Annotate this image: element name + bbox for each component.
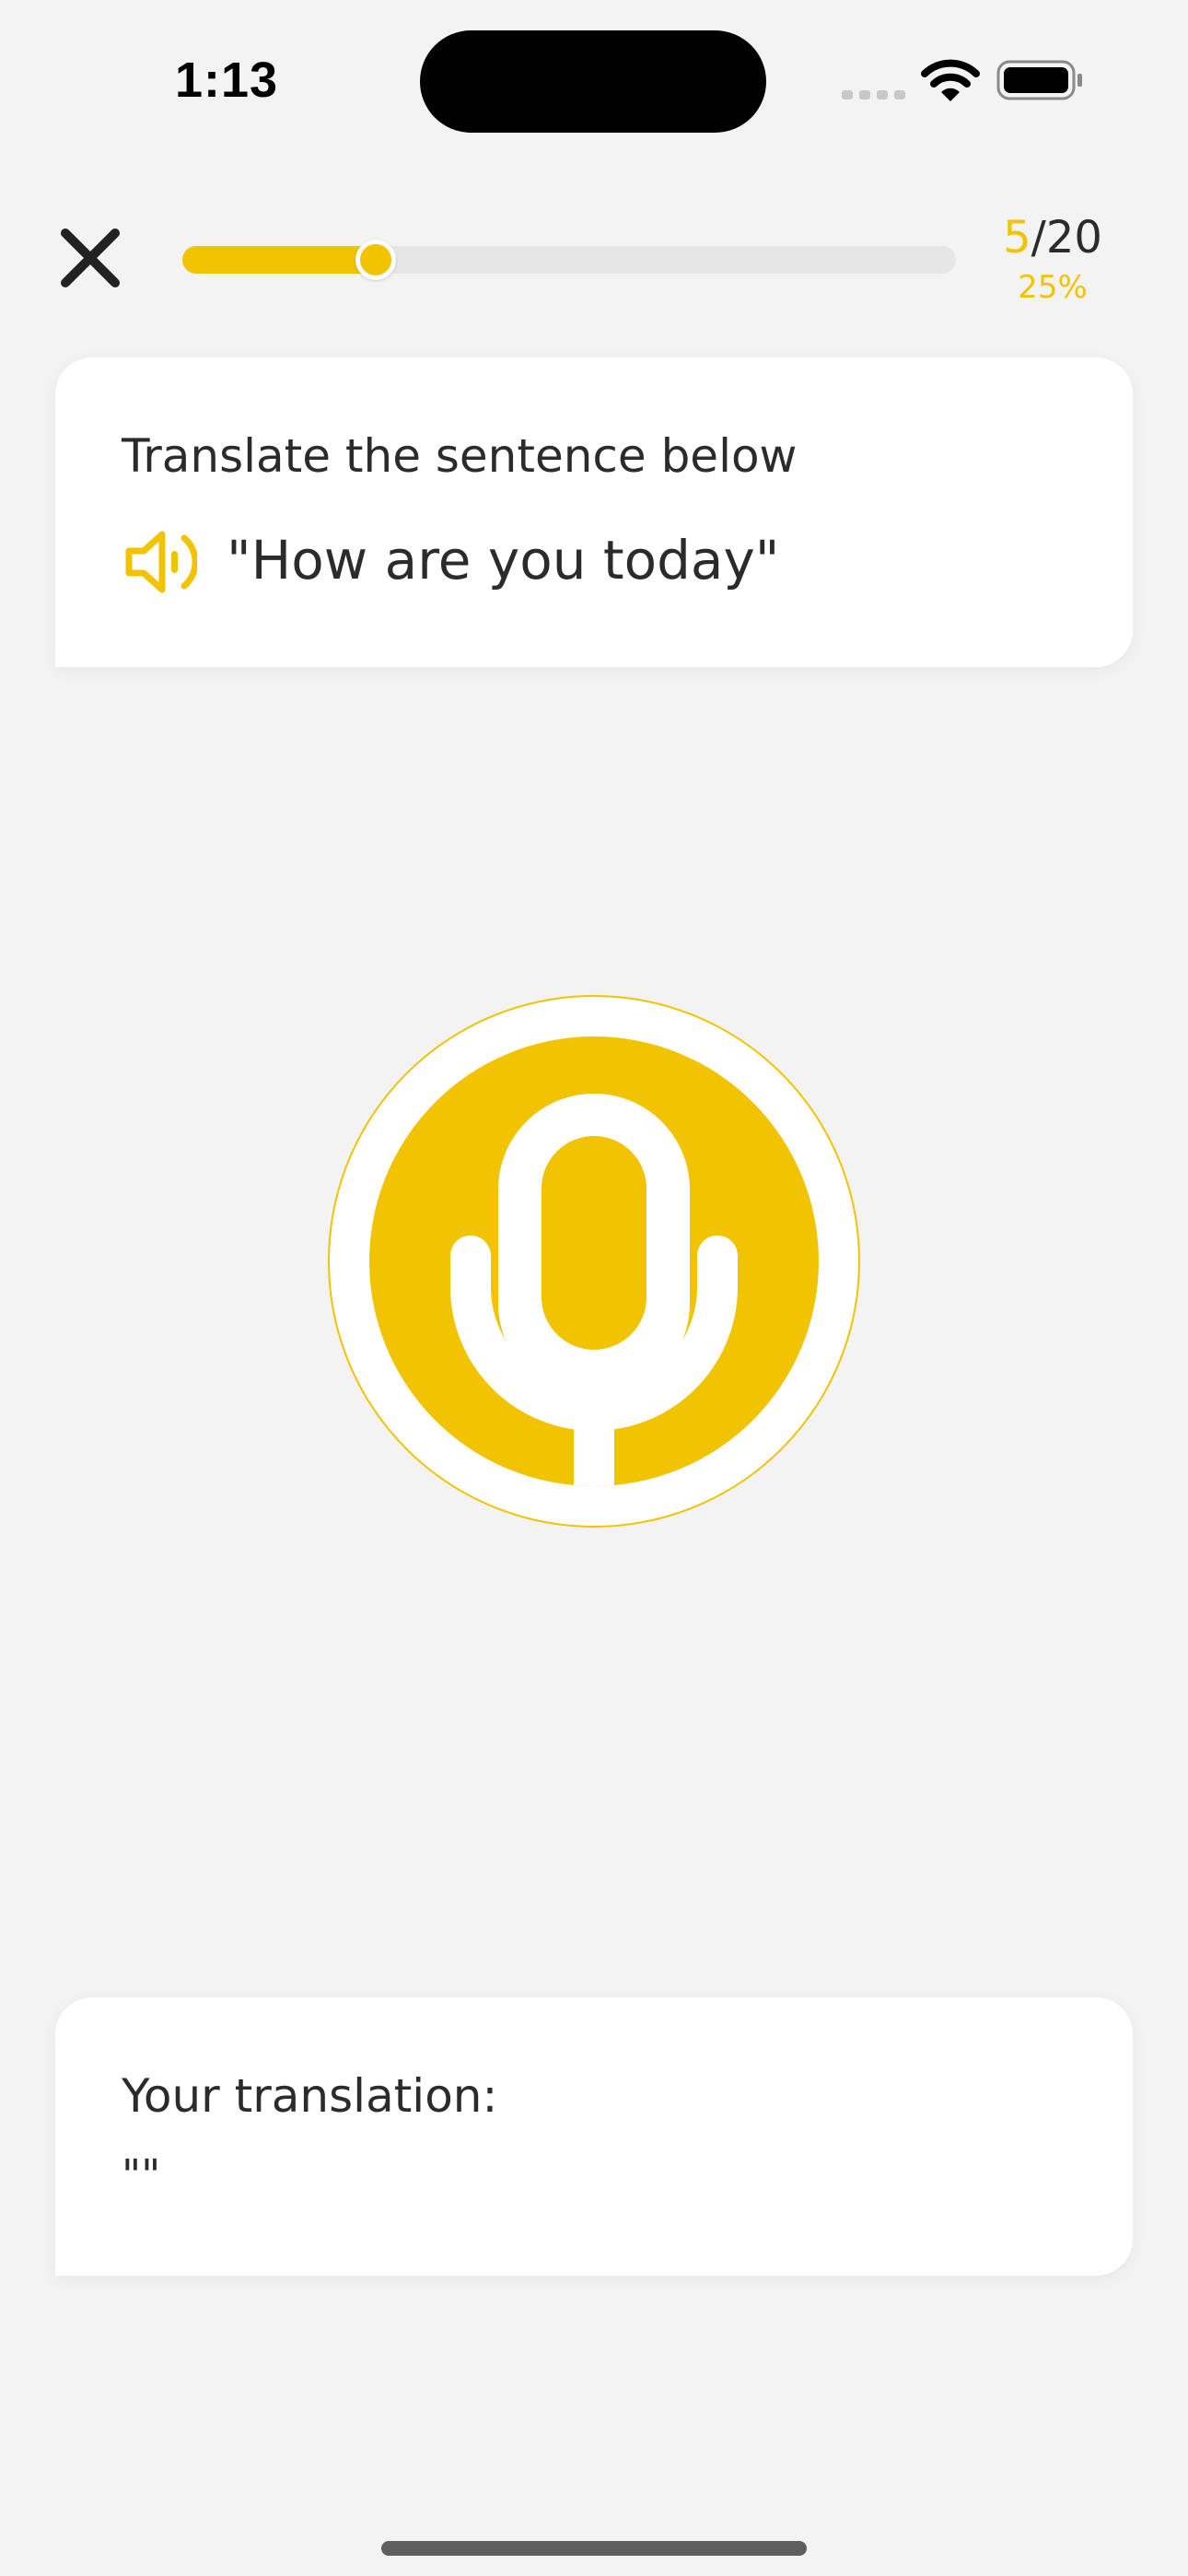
translation-exercise-screen: 1:13 5/20 25% Translate the sentence bel… — [0, 0, 1188, 2576]
total-questions: 20 — [1045, 212, 1102, 263]
current-question: 5 — [1003, 212, 1031, 263]
dynamic-island — [420, 30, 766, 133]
status-time: 1:13 — [175, 53, 279, 108]
battery-icon — [996, 60, 1082, 100]
home-indicator[interactable] — [381, 2541, 807, 2556]
answer-card: Your translation: "" — [55, 1997, 1133, 2276]
counter-separator: / — [1031, 212, 1046, 263]
progress-percent: 25% — [1018, 269, 1088, 306]
answer-label: Your translation: — [122, 2069, 498, 2123]
progress-fill — [182, 246, 376, 274]
prompt-label: Translate the sentence below — [122, 429, 798, 483]
microphone-icon — [450, 1094, 738, 1486]
prompt-card: Translate the sentence below "How are yo… — [55, 357, 1133, 667]
microphone-circle — [369, 1036, 819, 1486]
wifi-icon — [921, 59, 980, 101]
answer-text: "" — [122, 2150, 161, 2200]
progress-knob — [355, 240, 396, 280]
speaker-icon[interactable] — [120, 523, 197, 601]
close-button[interactable] — [53, 221, 127, 295]
question-counter: 5/20 — [976, 210, 1129, 265]
sentence-text: "How are you today" — [227, 529, 780, 591]
close-icon — [61, 228, 120, 287]
progress-bar — [182, 240, 956, 280]
microphone-button[interactable] — [328, 995, 860, 1528]
cellular-signal-icon — [842, 90, 905, 100]
